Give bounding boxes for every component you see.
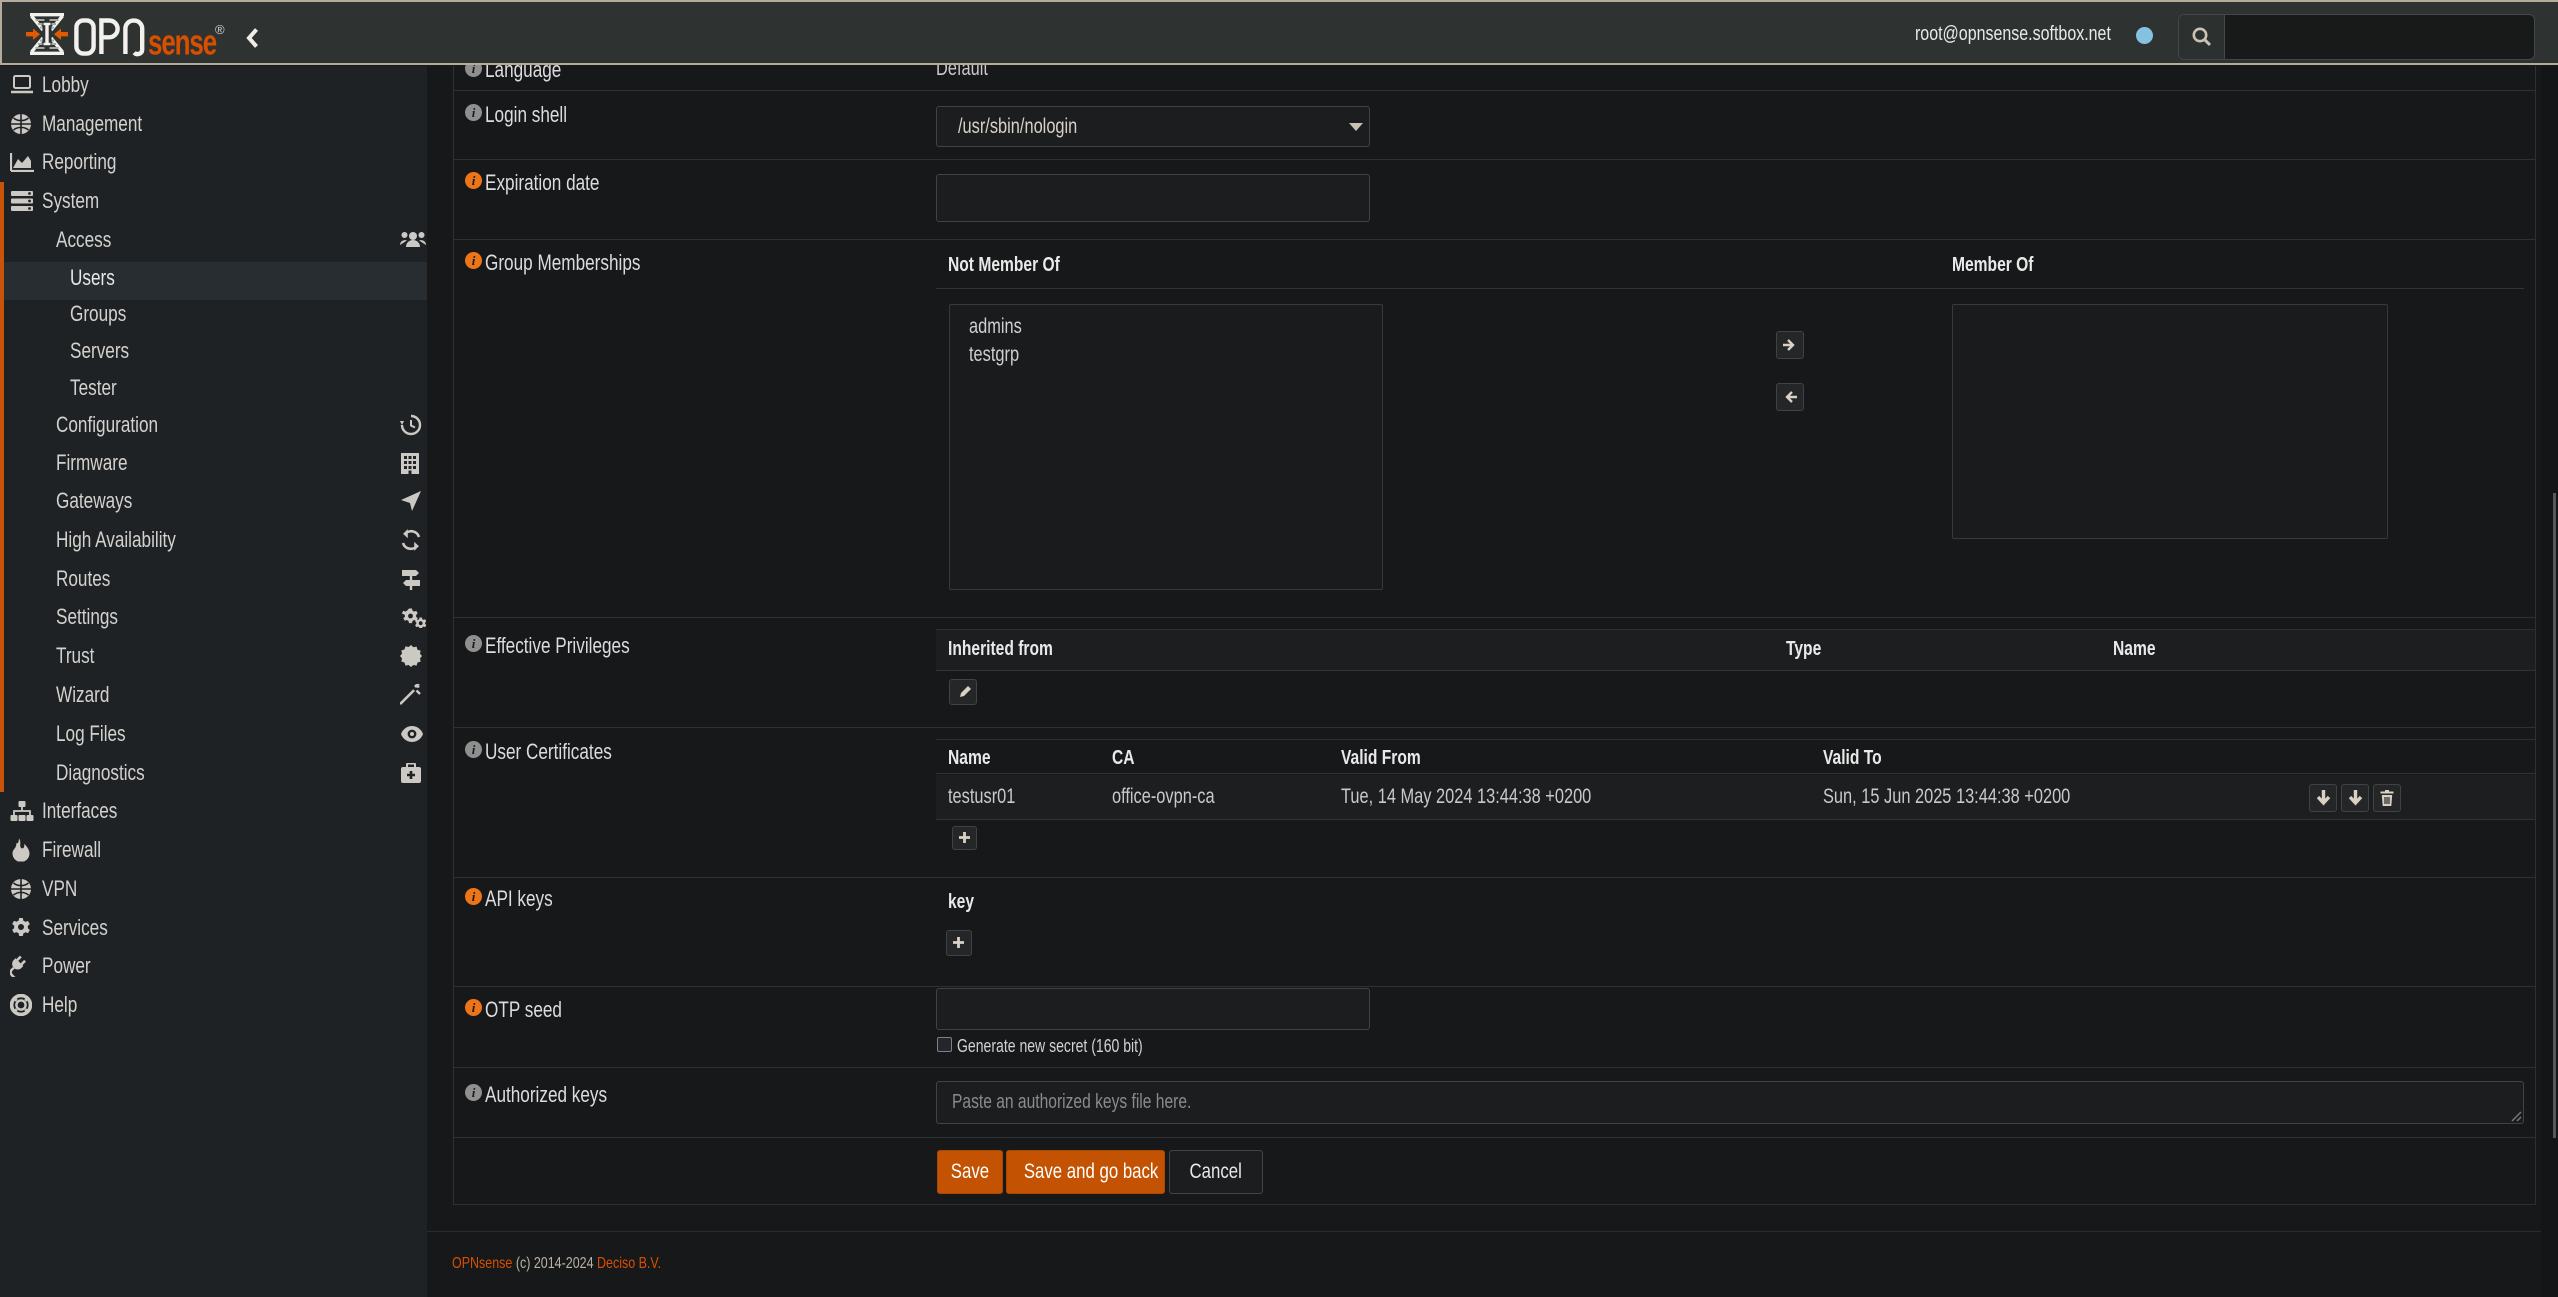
svg-text:®: ® [215,22,225,37]
svg-text:sense: sense [148,22,217,60]
